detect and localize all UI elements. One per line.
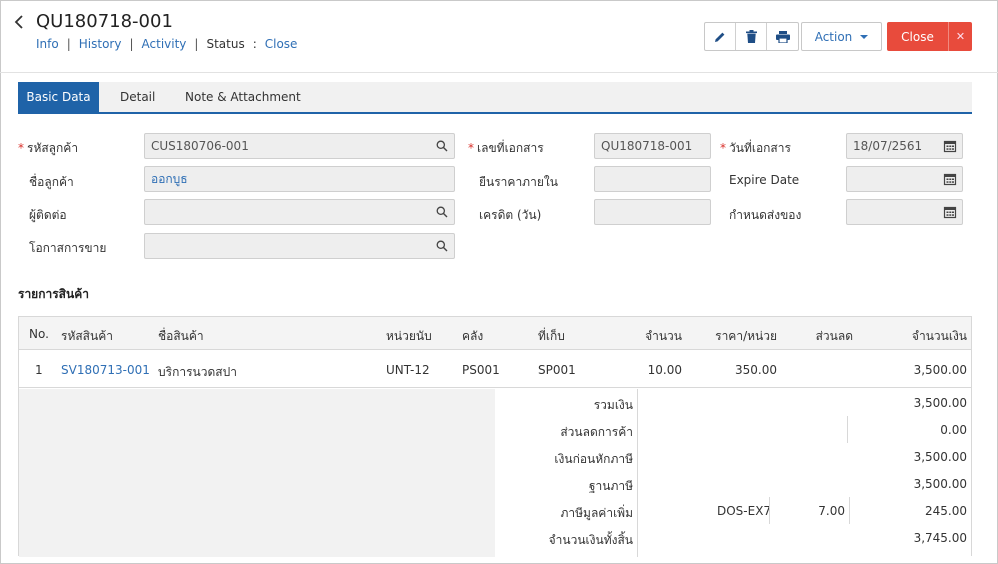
quantity: 10.00	[647, 363, 682, 377]
action-dropdown-button[interactable]: Action	[801, 22, 882, 51]
contact-field[interactable]	[144, 199, 455, 225]
history-link[interactable]: History	[79, 37, 122, 51]
items-table: No. รหัสสินค้า ชื่อสินค้า หน่วยนับ คลัง …	[18, 316, 972, 557]
customer-name-field[interactable]: ออกบูธ	[144, 166, 455, 192]
customer-name-label: ชื่อลูกค้า	[29, 175, 74, 189]
delete-button[interactable]	[736, 23, 767, 50]
search-icon[interactable]	[435, 205, 449, 219]
calendar-icon[interactable]	[943, 172, 957, 186]
unit-price: 350.00	[735, 363, 777, 377]
tab-note-attachment[interactable]: Note & Attachment	[185, 82, 301, 112]
nav-separator: |	[129, 37, 134, 51]
doc-date-field[interactable]: 18/07/2561	[846, 133, 963, 159]
doc-no-label: * เลขที่เอกสาร	[468, 141, 544, 155]
search-icon[interactable]	[435, 239, 449, 253]
column-header: No.	[29, 327, 49, 341]
action-label: Action	[814, 29, 853, 44]
doc-date-label: * วันที่เอกสาร	[720, 141, 791, 155]
column-header: จำนวน	[645, 329, 682, 343]
page-title: QU180718-001	[36, 11, 173, 32]
printer-icon	[775, 30, 790, 43]
column-header: ส่วนลด	[815, 329, 853, 343]
activity-link[interactable]: Activity	[142, 37, 187, 51]
vat-rate: 7.00	[818, 504, 845, 518]
column-header: หน่วยนับ	[386, 329, 432, 343]
customer-code-label: * รหัสลูกค้า	[18, 141, 79, 155]
price-hold-field[interactable]	[594, 166, 711, 192]
doc-no-field[interactable]: QU180718-001	[594, 133, 711, 159]
edit-button[interactable]	[705, 23, 736, 50]
table-row[interactable]: 1 SV180713-001 บริการนวดสปา UNT-12 PS001…	[19, 351, 971, 388]
product-code-link[interactable]: SV180713-001	[61, 363, 150, 377]
amount: 3,500.00	[913, 363, 967, 377]
nav-separator: |	[194, 37, 199, 51]
warehouse: PS001	[462, 363, 500, 377]
caret-down-icon	[860, 34, 869, 39]
sales-opportunity-label: โอกาสการขาย	[29, 241, 107, 255]
column-header: จำนวนเงิน	[911, 329, 967, 343]
calendar-icon[interactable]	[943, 205, 957, 219]
calendar-icon[interactable]	[943, 139, 957, 153]
pencil-icon	[715, 32, 725, 42]
sales-opportunity-field[interactable]	[144, 233, 455, 259]
column-header: รหัสสินค้า	[61, 329, 113, 343]
column-header: ชื่อสินค้า	[158, 329, 204, 343]
delivery-date-label: กำหนดส่งของ	[729, 208, 802, 222]
credit-days-field[interactable]	[594, 199, 711, 225]
back-arrow-icon[interactable]	[14, 14, 28, 34]
row-no: 1	[35, 363, 43, 377]
vat-code[interactable]: DOS-EX7	[717, 504, 771, 518]
column-header: คลัง	[462, 329, 484, 343]
price-hold-label: ยืนราคาภายใน	[479, 175, 558, 189]
column-header: ที่เก็บ	[538, 329, 565, 343]
location: SP001	[538, 363, 576, 377]
customer-code-field[interactable]: CUS180706-001	[144, 133, 455, 159]
items-section-title: รายการสินค้า	[18, 287, 89, 301]
tab-basic-data[interactable]: Basic Data	[18, 82, 99, 112]
trash-icon	[745, 30, 757, 43]
expire-date-label: Expire Date	[729, 173, 800, 187]
contact-label: ผู้ติดต่อ	[29, 208, 67, 222]
summary-grand-total-row: จำนวนเงินทั้งสิ้น 3,745.00	[548, 531, 967, 547]
info-link[interactable]: Info	[36, 37, 59, 51]
summary-tax-base-row: ฐานภาษี 3,500.00	[588, 477, 967, 493]
unit: UNT-12	[386, 363, 430, 377]
summary-before-tax-row: เงินก่อนหักภาษี 3,500.00	[554, 450, 967, 466]
status-label: Status	[206, 37, 245, 51]
product-name: บริการนวดสปา	[158, 365, 237, 379]
tab-detail[interactable]: Detail	[120, 82, 155, 112]
header-divider	[0, 72, 998, 73]
tab-bar: Basic Data Detail Note & Attachment	[18, 82, 972, 114]
summary-total-row: รวมเงิน 3,500.00	[593, 396, 967, 412]
table-header: No. รหัสสินค้า ชื่อสินค้า หน่วยนับ คลัง …	[19, 317, 971, 350]
status-value[interactable]: Close	[265, 37, 298, 51]
close-button[interactable]: Close ✕	[887, 22, 972, 51]
close-x-icon[interactable]: ✕	[949, 22, 972, 51]
summary-blank-area	[19, 389, 495, 557]
document-subnav: Info | History | Activity | Status : Clo…	[36, 37, 297, 51]
close-label: Close	[887, 22, 949, 51]
summary-trade-discount-row: ส่วนลดการค้า 0.00	[495, 416, 971, 443]
column-header: ราคา/หน่วย	[715, 329, 777, 343]
nav-separator: |	[66, 37, 71, 51]
print-button[interactable]	[767, 23, 798, 50]
search-icon[interactable]	[435, 139, 449, 153]
credit-days-label: เครดิต (วัน)	[479, 208, 542, 222]
expire-date-field[interactable]	[846, 166, 963, 192]
summary-vat-row: ภาษีมูลค่าเพิ่ม DOS-EX7 7.00 245.00	[495, 497, 971, 524]
toolbar-group	[704, 22, 799, 51]
status-colon: :	[252, 37, 257, 51]
delivery-date-field[interactable]	[846, 199, 963, 225]
